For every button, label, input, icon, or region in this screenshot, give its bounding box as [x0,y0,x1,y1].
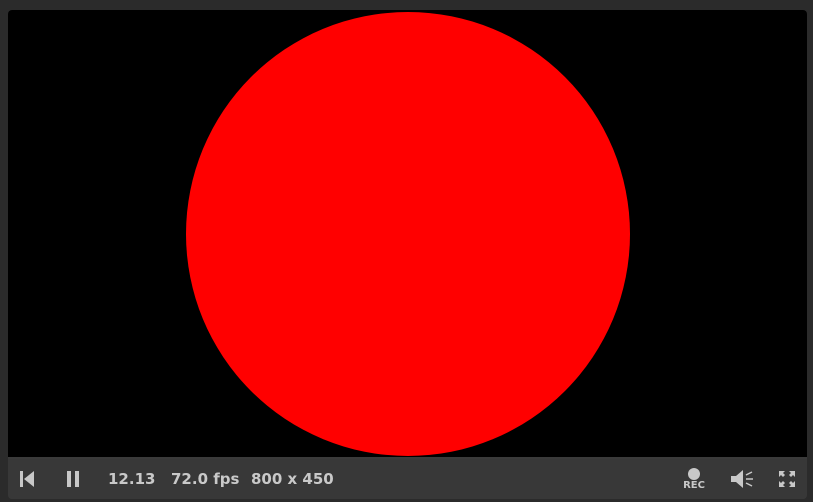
fps-readout: 72.0 fps [171,470,240,488]
rewind-button[interactable] [19,459,37,499]
record-icon [688,467,700,480]
pause-icon [67,471,79,487]
time-readout: 12.13 [108,470,156,488]
record-button[interactable]: REC [680,459,708,499]
volume-button[interactable] [730,459,756,499]
record-label: REC [683,479,705,491]
shader-player: 12.13 72.0 fps 800 x 450 REC [8,10,807,499]
resolution-readout: 800 x 450 [251,470,334,488]
volume-icon [731,470,753,488]
fullscreen-button[interactable] [778,459,798,499]
control-bar: 12.13 72.0 fps 800 x 450 REC [8,459,807,499]
pause-button[interactable] [65,459,83,499]
render-canvas[interactable] [8,10,807,457]
red-circle [186,12,630,456]
skip-to-start-icon [20,471,34,487]
fullscreen-icon [779,471,795,487]
